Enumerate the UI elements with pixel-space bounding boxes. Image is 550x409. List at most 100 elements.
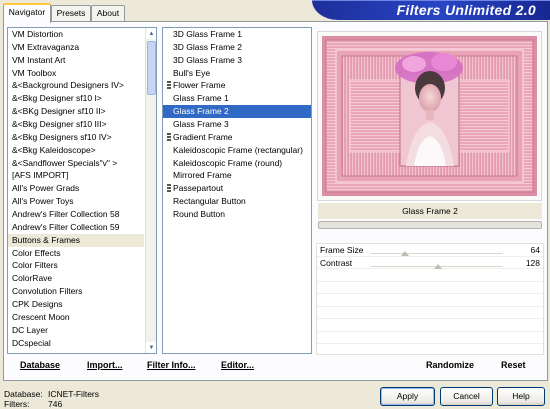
control-empty-row (317, 269, 543, 282)
filter-group-item[interactable]: Gradient Frame (163, 131, 311, 144)
filter-label: 3D Glass Frame 2 (173, 41, 242, 52)
filter-label: Glass Frame 3 (173, 119, 229, 130)
import-button[interactable]: Import... (87, 360, 123, 370)
category-item[interactable]: Color Filters (8, 259, 144, 272)
database-value: ICNET-Filters (48, 389, 99, 399)
tab-about[interactable]: About (91, 5, 125, 22)
category-item[interactable]: &<Bkg Designer sf10 III> (8, 118, 144, 131)
category-item[interactable]: &<BKg Designer sf10 II> (8, 105, 144, 118)
category-item[interactable]: ColorRave (8, 272, 144, 285)
scroll-up-icon[interactable]: ▲ (146, 28, 156, 39)
control-empty-row (317, 294, 543, 307)
apply-button[interactable]: Apply (380, 387, 435, 406)
category-scrollbar[interactable]: ▲ ▼ (145, 28, 156, 353)
database-label: Database: (4, 389, 43, 399)
preview-pane (317, 31, 542, 201)
control-label: Contrast (320, 257, 353, 268)
filter-item[interactable]: 3D Glass Frame 1 (163, 28, 311, 41)
category-item[interactable]: &<Bkg Kaleidoscope> (8, 144, 144, 157)
app-title: Filters Unlimited 2.0 (396, 2, 536, 18)
randomize-button[interactable]: Randomize (426, 360, 474, 370)
tab-presets[interactable]: Presets (51, 5, 91, 22)
filter-list[interactable]: 3D Glass Frame 1 3D Glass Frame 2 3D Glass… (162, 27, 312, 354)
filter-label: 3D Glass Frame 3 (173, 54, 242, 65)
editor-button[interactable]: Editor... (221, 360, 254, 370)
category-item[interactable]: DCspecial (8, 337, 144, 350)
category-item[interactable]: &<Bkg Designer sf10 I> (8, 92, 144, 105)
control-frame-size[interactable]: Frame Size 64 (317, 244, 543, 257)
control-empty-row (317, 319, 543, 332)
control-label: Frame Size (320, 245, 364, 255)
database-button[interactable]: Database (20, 360, 60, 370)
filters-value: 746 (48, 399, 63, 409)
filter-label: Glass Frame 2 (173, 106, 229, 117)
category-item[interactable]: [AFS IMPORT] (8, 169, 144, 182)
category-item[interactable]: Andrew's Filter Collection 59 (8, 221, 144, 234)
cancel-button[interactable]: Cancel (440, 387, 493, 406)
group-icon (167, 81, 171, 90)
filter-group-item[interactable]: Passepartout (163, 182, 311, 195)
filter-label: Rectangular Button (173, 196, 246, 207)
filters-count-info: Filters: 746 (4, 399, 62, 409)
category-item[interactable]: VM Toolbox (8, 67, 144, 80)
category-item[interactable]: &<Sandflower Specials"v" > (8, 157, 144, 170)
filter-item[interactable]: 3D Glass Frame 2 (163, 41, 311, 54)
tab-navigator[interactable]: Navigator (3, 3, 51, 23)
filter-info-button[interactable]: Filter Info... (147, 360, 196, 370)
filter-item[interactable]: Rectangular Button (163, 195, 311, 208)
current-filter-name: Glass Frame 2 (318, 203, 542, 219)
filter-label: 3D Glass Frame 1 (173, 29, 242, 39)
category-item[interactable]: CPK Designs (8, 298, 144, 311)
filter-item[interactable]: Bull's Eye (163, 67, 311, 80)
tab-bar: Navigator Presets About (0, 0, 320, 23)
category-item[interactable]: VM Distortion (8, 28, 144, 41)
preview-image (322, 36, 537, 196)
group-icon (167, 184, 171, 193)
filter-label: Glass Frame 1 (173, 93, 229, 104)
filter-item[interactable]: Glass Frame 3 (163, 118, 311, 131)
group-icon (167, 132, 171, 141)
category-item[interactable]: &<Background Designers IV> (8, 79, 144, 92)
filter-label: Flower Frame (173, 80, 226, 91)
scroll-thumb[interactable] (147, 41, 156, 95)
filter-item[interactable]: Round Button (163, 208, 311, 221)
control-contrast[interactable]: Contrast 128 (317, 257, 543, 269)
progress-bar (318, 221, 542, 229)
slider-track[interactable] (371, 253, 503, 254)
category-item[interactable]: Convolution Filters (8, 285, 144, 298)
category-item[interactable]: Andrew's Filter Collection 58 (8, 208, 144, 221)
help-button[interactable]: Help (497, 387, 545, 406)
filter-group-item[interactable]: Flower Frame (163, 79, 311, 92)
category-item[interactable]: Buttons & Frames (8, 233, 144, 247)
filter-label: Passepartout (173, 183, 224, 194)
category-item[interactable]: All's Power Grads (8, 182, 144, 195)
filter-item[interactable]: Glass Frame 2 (163, 105, 311, 119)
slider-thumb[interactable] (434, 263, 442, 269)
category-item[interactable]: Color Effects (8, 247, 144, 260)
control-value: 64 (530, 245, 540, 255)
control-empty-row (317, 282, 543, 294)
app-logo: Filters Unlimited 2.0 (312, 0, 550, 20)
filter-label: Mirrored Frame (173, 170, 232, 181)
control-empty-row (317, 307, 543, 319)
category-list[interactable]: VM Distortion VM Extravaganza VM Instant A… (7, 27, 157, 354)
filter-item[interactable]: Mirrored Frame (163, 169, 311, 182)
slider-thumb[interactable] (400, 251, 409, 256)
database-info: Database: ICNET-Filters (4, 389, 99, 399)
control-value: 128 (525, 257, 540, 268)
control-empty-row (317, 332, 543, 344)
category-item[interactable]: VM Extravaganza (8, 41, 144, 54)
category-item[interactable]: VM Instant Art (8, 54, 144, 67)
filter-label: Bull's Eye (173, 67, 211, 78)
category-item[interactable]: DC Layer (8, 324, 144, 337)
category-item[interactable]: Crescent Moon (8, 311, 144, 324)
filter-item[interactable]: Glass Frame 1 (163, 92, 311, 105)
scroll-down-icon[interactable]: ▼ (146, 342, 156, 353)
filters-label: Filters: (4, 399, 30, 409)
category-item[interactable]: All's Power Toys (8, 195, 144, 208)
filter-item[interactable]: Kaleidoscopic Frame (rectangular) (163, 144, 311, 157)
filter-item[interactable]: Kaleidoscopic Frame (round) (163, 157, 311, 170)
filter-item[interactable]: 3D Glass Frame 3 (163, 54, 311, 67)
category-item[interactable]: &<Bkg Designers sf10 IV> (8, 131, 144, 144)
reset-button[interactable]: Reset (501, 360, 526, 370)
